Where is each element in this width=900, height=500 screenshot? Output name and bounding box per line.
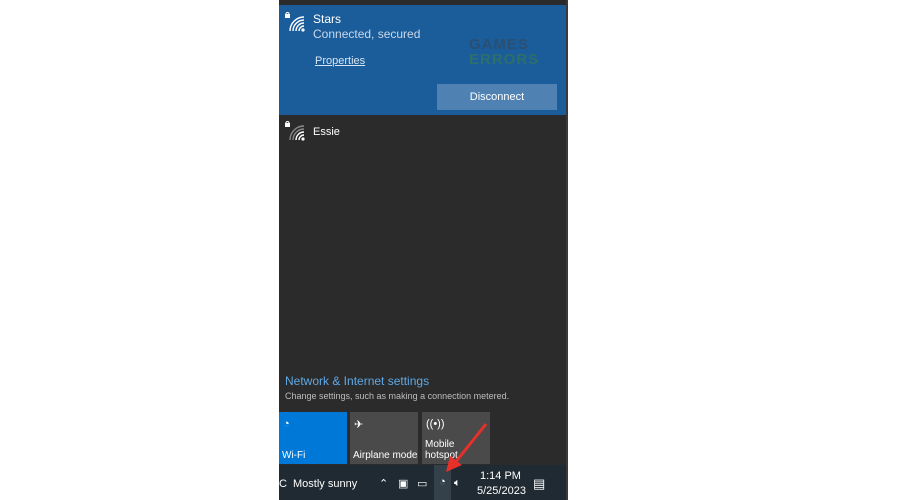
network-settings-link[interactable]: Network & Internet settings — [285, 374, 429, 388]
notifications-icon[interactable]: ▤ — [533, 476, 545, 492]
wifi-secured-icon — [285, 12, 305, 32]
airplane-icon: ✈ — [354, 419, 364, 431]
network-settings-description: Change settings, such as making a connec… — [285, 391, 510, 401]
network-status: Connected, secured — [313, 27, 421, 41]
watermark-logo: GAMES ERRORS — [469, 36, 540, 68]
connected-network-item[interactable]: Stars Connected, secured Properties GAME… — [279, 5, 566, 115]
network-flyout: Stars Connected, secured Properties GAME… — [279, 0, 566, 465]
flyout-edge — [566, 0, 568, 500]
clock-date[interactable]: 5/25/2023 — [477, 485, 526, 497]
weather-widget[interactable]: Mostly sunny — [293, 478, 357, 490]
weather-temp: C — [279, 478, 287, 490]
airplane-mode-toggle[interactable]: ✈ Airplane mode — [350, 412, 418, 464]
meet-icon[interactable]: ▣ — [398, 477, 408, 490]
network-item[interactable]: Essie — [279, 115, 566, 151]
wifi-icon: ◔ — [283, 418, 290, 430]
chevron-up-icon[interactable]: ⌃ — [379, 477, 388, 490]
disconnect-button[interactable]: Disconnect — [437, 84, 557, 110]
wifi-secured-icon — [285, 121, 305, 141]
volume-icon[interactable]: 🔈︎ — [454, 477, 461, 490]
network-name: Essie — [313, 126, 340, 138]
battery-icon[interactable]: ▭ — [417, 477, 427, 490]
wifi-toggle[interactable]: ◔ Wi-Fi — [279, 412, 347, 464]
red-arrow-annotation — [446, 423, 488, 472]
properties-link[interactable]: Properties — [315, 55, 365, 67]
network-name: Stars — [313, 12, 342, 26]
taskbar: C Mostly sunny ⌃ ▣ ▭ ◔ 🔈︎ 1:14 PM 5/25/2… — [279, 465, 566, 500]
